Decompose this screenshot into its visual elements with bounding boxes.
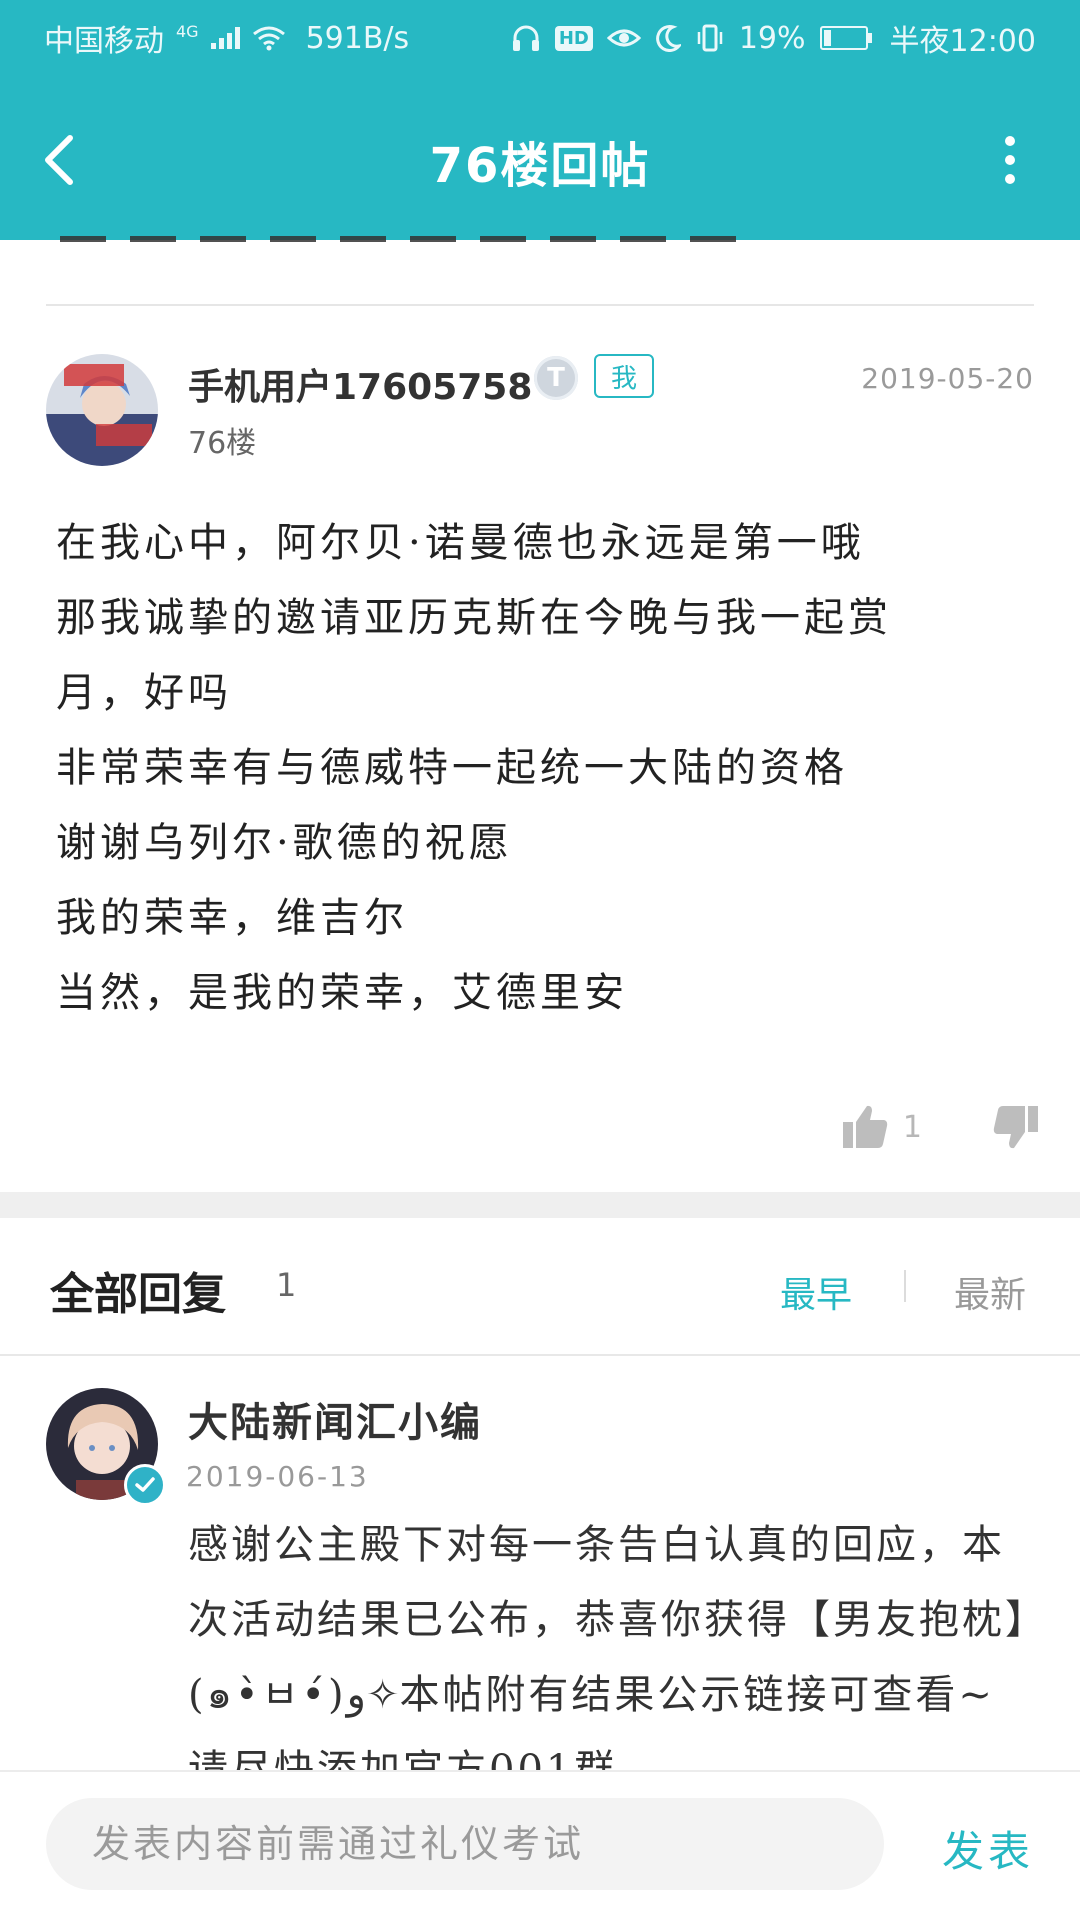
more-dot-icon (1005, 174, 1015, 184)
eye-icon (606, 26, 641, 50)
post-line: 当然，是我的荣幸，艾德里安 (56, 970, 628, 1016)
headphones-icon (511, 24, 541, 52)
vibrate-icon (695, 23, 725, 53)
thumbs-down-icon (993, 1106, 1038, 1149)
post-line: 谢谢乌列尔·歌德的祝愿 (56, 820, 513, 866)
level-badge: T (534, 356, 578, 400)
me-badge: 我 (594, 354, 654, 398)
reply-date: 2019-06-13 (186, 1460, 369, 1493)
nav-bar: 76楼回帖 (0, 76, 1080, 240)
network-type: 4G (176, 21, 199, 41)
status-bar: 中国移动 4G 591B/s HD 19% 半夜12:00 (0, 0, 1080, 76)
wifi-icon (252, 25, 286, 51)
reply-text: 感谢公主殿下对每一条告白认真的回应，本次活动结果已公布，恭喜你获得【男友抱枕】(… (188, 1522, 1028, 1770)
post-line: 月，好吗 (56, 670, 232, 716)
composer-bar: 发表 (0, 1770, 1080, 1920)
more-dot-icon (1005, 136, 1015, 146)
post-username[interactable]: 手机用户17605758 (188, 358, 532, 410)
reply-item: 大陆新闻汇小编 2019-06-13 感谢公主殿下对每一条告白认真的回应，本次活… (0, 1356, 1080, 1770)
comment-input[interactable] (46, 1798, 884, 1890)
user-avatar[interactable] (46, 354, 158, 466)
network-speed: 591B/s (305, 20, 410, 56)
post-line: 那我诚挚的邀请亚历克斯在今晚与我一起赏 (56, 595, 892, 641)
section-separator (0, 1192, 1080, 1218)
clock: 半夜12:00 (889, 24, 1036, 59)
replies-count: 1 (276, 1266, 297, 1304)
post-line: 非常荣幸有与德威特一起统一大陆的资格 (56, 745, 848, 791)
post-header: 手机用户17605758 T 我 2019-05-20 76楼 (46, 350, 1034, 470)
status-right: HD 19% 半夜12:00 (511, 16, 1036, 60)
sort-divider (904, 1270, 906, 1302)
battery-percent: 19% (738, 20, 806, 56)
reply-username[interactable]: 大陆新闻汇小编 (188, 1390, 482, 1448)
moon-icon (655, 24, 681, 52)
verified-icon (124, 1464, 166, 1506)
like-count: 1 (902, 1109, 922, 1145)
post-line: 我的荣幸，维吉尔 (56, 895, 408, 941)
clipped-previous-content (60, 236, 780, 246)
post-date: 2019-05-20 (861, 362, 1034, 395)
divider (46, 304, 1034, 306)
vote-row: 1 (841, 1104, 1040, 1150)
post-body: 在我心中，阿尔贝·诺曼德也永远是第一哦 那我诚挚的邀请亚历克斯在今晚与我一起赏 … (56, 506, 1016, 1031)
hd-icon: HD (554, 25, 593, 51)
publish-button[interactable]: 发表 (942, 1818, 1034, 1879)
floor-label: 76楼 (188, 426, 257, 461)
thumbs-up-icon (842, 1105, 888, 1148)
status-left: 中国移动 4G 591B/s (44, 16, 409, 60)
post-line: 在我心中，阿尔贝·诺曼德也永远是第一哦 (56, 520, 865, 566)
signal-icon (210, 27, 240, 49)
dislike-button[interactable] (992, 1104, 1040, 1150)
battery-icon (819, 26, 872, 50)
more-dot-icon (1005, 155, 1015, 165)
more-options-button[interactable] (980, 120, 1040, 200)
like-button[interactable]: 1 (841, 1104, 922, 1150)
page-title: 76楼回帖 (429, 138, 651, 194)
battery-fill (823, 30, 832, 46)
sort-latest-tab[interactable]: 最新 (954, 1266, 1026, 1318)
replies-title: 全部回复 (50, 1269, 226, 1320)
carrier-label: 中国移动 (44, 24, 164, 59)
replies-header: 全部回复 1 最早 最新 (0, 1218, 1080, 1354)
sort-earliest-tab[interactable]: 最早 (780, 1266, 852, 1318)
